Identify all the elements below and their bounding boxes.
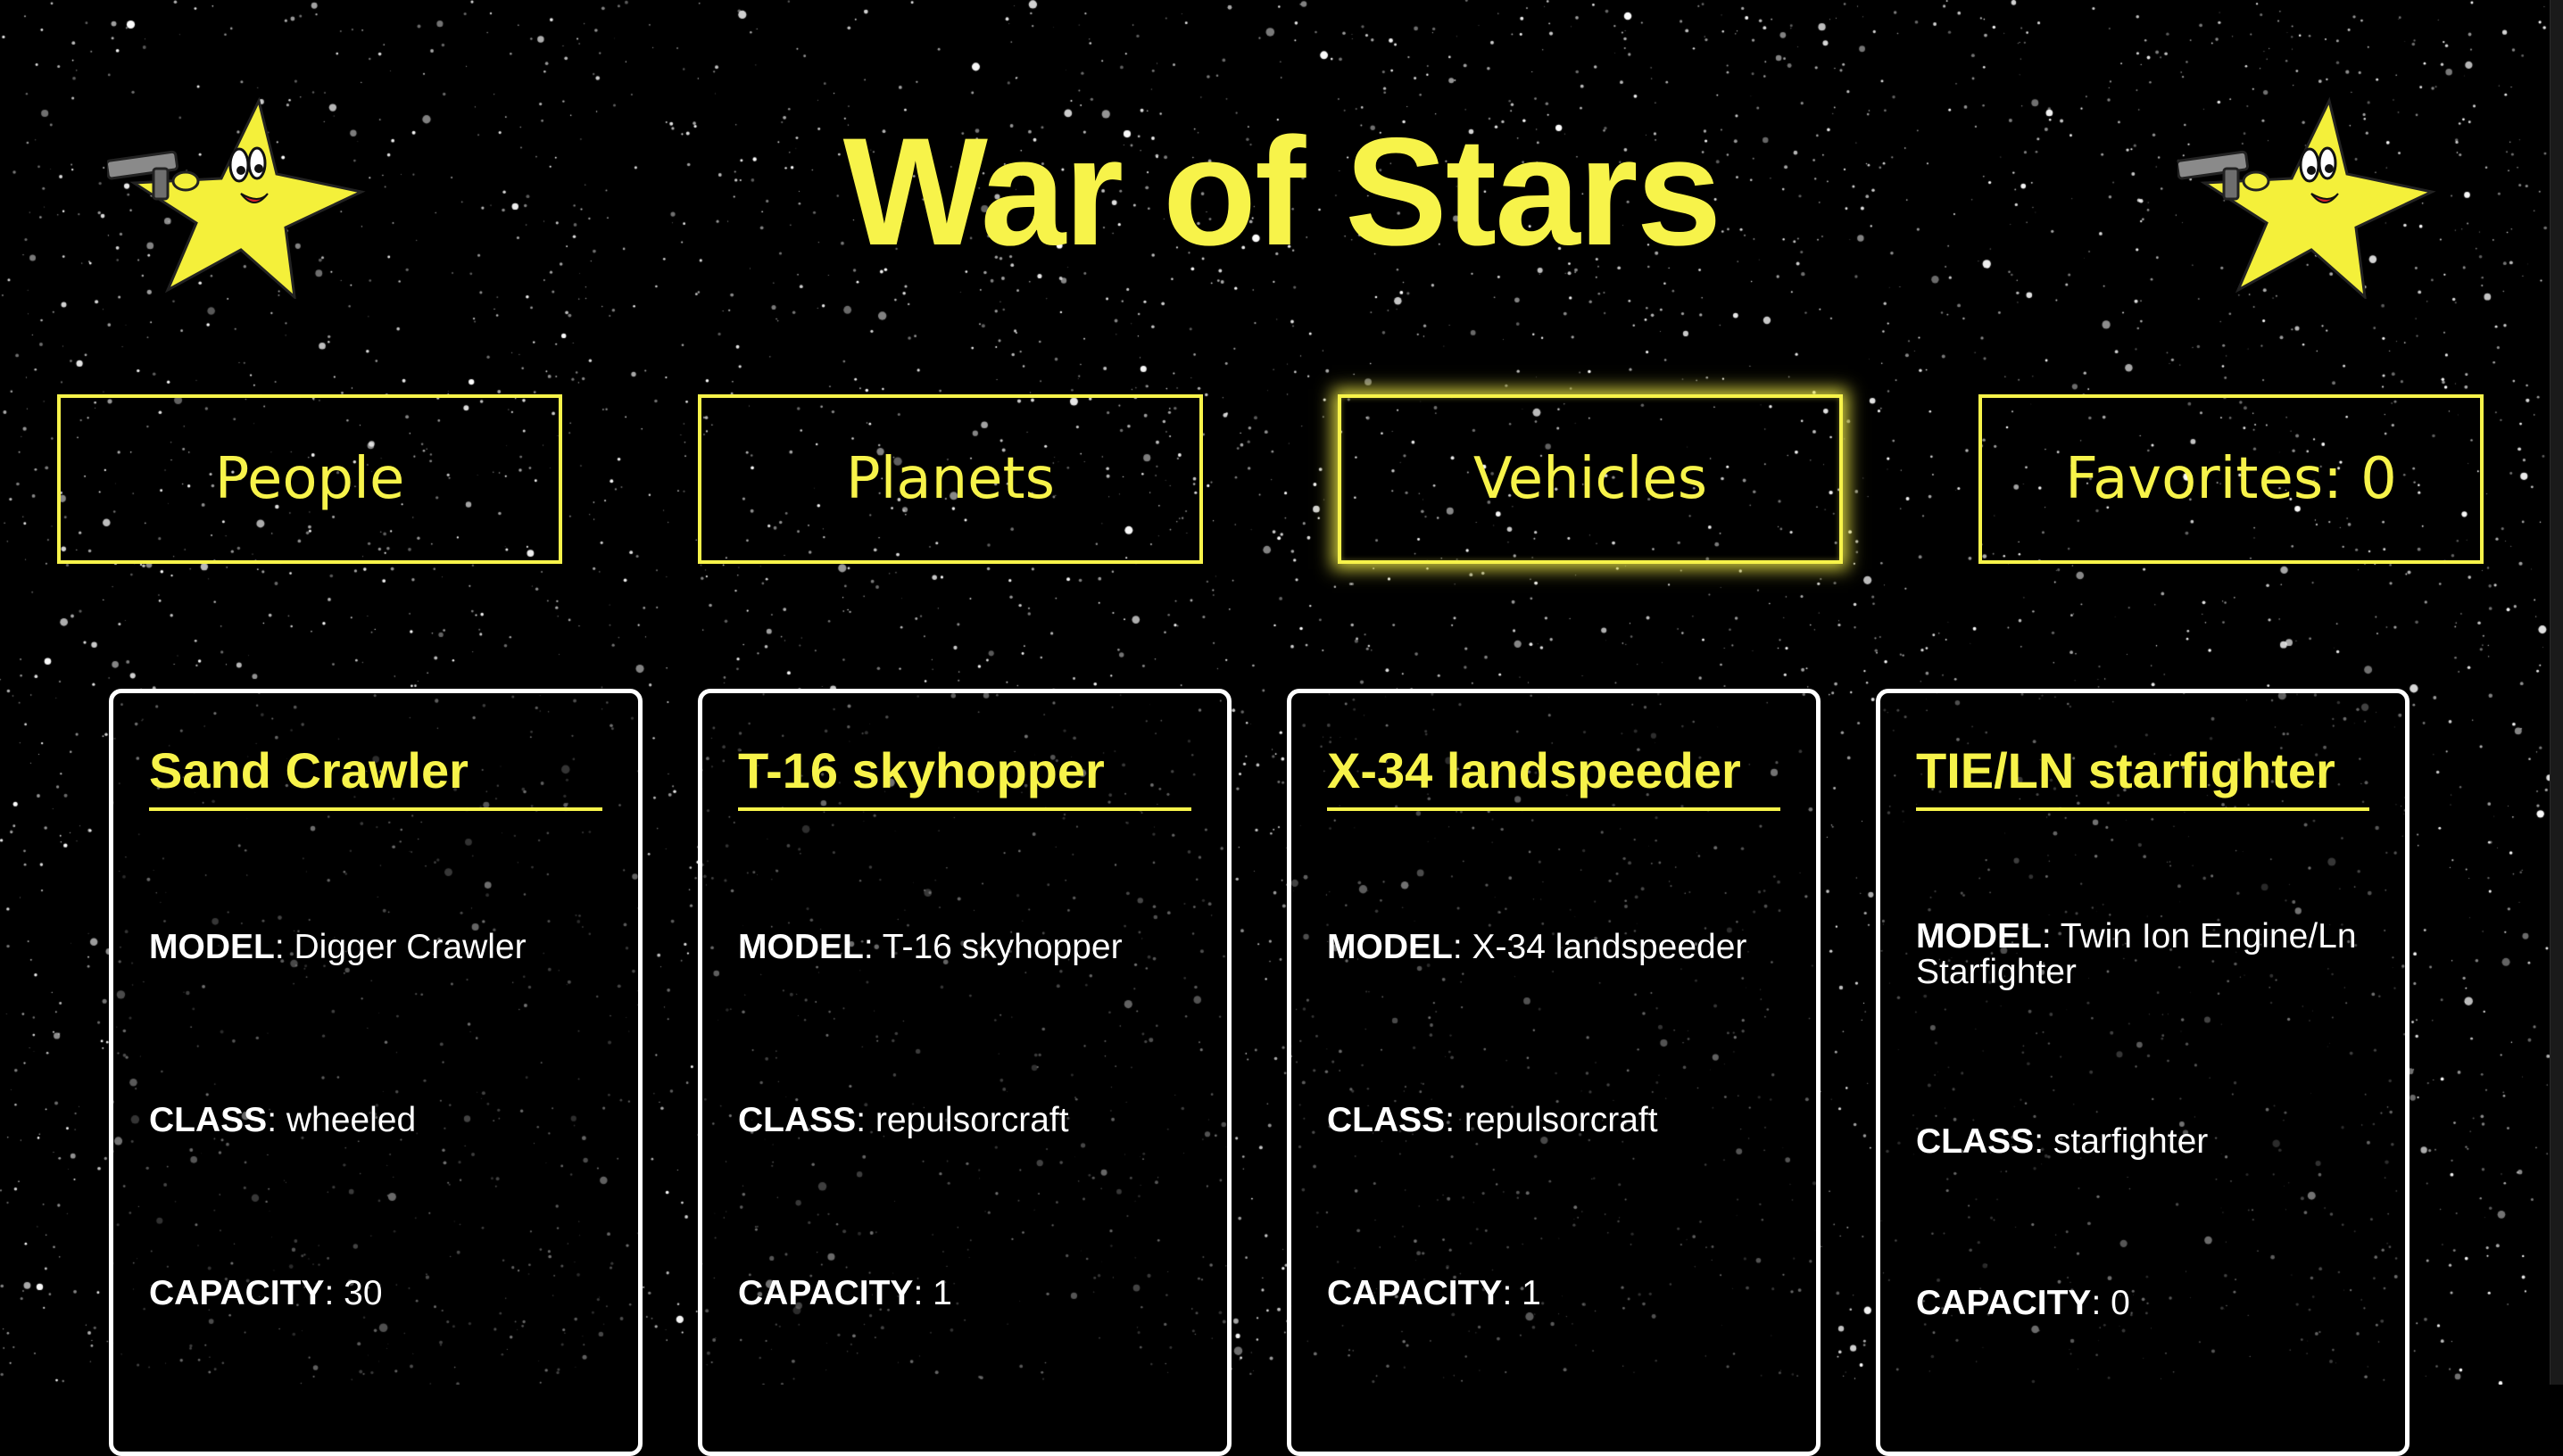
card-field-model: MODEL: X-34 landspeeder	[1327, 930, 1780, 965]
field-key: MODEL	[1327, 928, 1453, 966]
nav-button-vehicles[interactable]: Vehicles	[1338, 394, 1843, 564]
card-title: X-34 landspeeder	[1327, 740, 1780, 811]
field-separator: :	[1445, 1101, 1464, 1139]
card-field-class: CLASS: repulsorcraft	[738, 1103, 1191, 1138]
field-key: CAPACITY	[1916, 1284, 2092, 1322]
vehicle-card-list: Sand Crawler MODEL: Digger Crawler CLASS…	[109, 689, 2411, 1456]
card-title: T-16 skyhopper	[738, 740, 1191, 811]
field-separator: :	[913, 1274, 933, 1312]
field-value: repulsorcraft	[875, 1101, 1069, 1139]
field-value: T-16 skyhopper	[882, 928, 1123, 966]
field-value: repulsorcraft	[1464, 1101, 1658, 1139]
field-key: MODEL	[738, 928, 864, 966]
field-separator: :	[1502, 1274, 1522, 1312]
card-field-capacity: CAPACITY: 1	[738, 1276, 1191, 1311]
vehicle-card[interactable]: T-16 skyhopper MODEL: T-16 skyhopper CLA…	[698, 689, 1232, 1456]
card-title: Sand Crawler	[149, 740, 602, 811]
card-field-capacity: CAPACITY: 0	[1916, 1286, 2369, 1321]
nav-button-planets[interactable]: Planets	[698, 394, 1203, 564]
field-value: 1	[933, 1274, 952, 1312]
field-separator: :	[2041, 917, 2061, 956]
field-key: CAPACITY	[1327, 1274, 1503, 1312]
card-title: TIE/LN starfighter	[1916, 740, 2369, 811]
field-separator: :	[2034, 1122, 2053, 1161]
card-field-model: MODEL: Twin Ion Engine/Ln Starfighter	[1916, 919, 2369, 990]
field-separator: :	[324, 1274, 344, 1312]
field-separator: :	[856, 1101, 875, 1139]
field-value: 1	[1522, 1274, 1541, 1312]
nav-button-favorites[interactable]: Favorites: 0	[1978, 394, 2484, 564]
nav-button-people[interactable]: People	[57, 394, 562, 564]
field-separator: :	[274, 928, 294, 966]
field-key: MODEL	[149, 928, 275, 966]
field-value: Digger Crawler	[294, 928, 527, 966]
card-field-capacity: CAPACITY: 1	[1327, 1276, 1780, 1311]
field-key: CAPACITY	[738, 1274, 914, 1312]
category-nav: People Planets Vehicles Favorites: 0	[57, 394, 2490, 569]
field-value: X-34 landspeeder	[1472, 928, 1747, 966]
card-field-class: CLASS: repulsorcraft	[1327, 1103, 1780, 1138]
field-separator: :	[2091, 1284, 2111, 1322]
field-key: CLASS	[738, 1101, 857, 1139]
field-value: 0	[2111, 1284, 2130, 1322]
card-field-class: CLASS: starfighter	[1916, 1124, 2369, 1160]
field-value: starfighter	[2053, 1122, 2209, 1161]
field-separator: :	[267, 1101, 286, 1139]
page-title: War of Stars	[842, 106, 1722, 277]
card-field-class: CLASS: wheeled	[149, 1103, 602, 1138]
field-key: CLASS	[1327, 1101, 1446, 1139]
field-key: MODEL	[1916, 917, 2042, 956]
field-key: CLASS	[1916, 1122, 2035, 1161]
field-separator: :	[863, 928, 883, 966]
field-separator: :	[1452, 928, 1472, 966]
card-field-capacity: CAPACITY: 30	[149, 1276, 602, 1311]
vehicle-card[interactable]: TIE/LN starfighter MODEL: Twin Ion Engin…	[1876, 689, 2410, 1456]
field-key: CAPACITY	[149, 1274, 325, 1312]
field-value: 30	[344, 1274, 383, 1312]
vehicle-card[interactable]: Sand Crawler MODEL: Digger Crawler CLASS…	[109, 689, 643, 1456]
field-key: CLASS	[149, 1101, 268, 1139]
field-value: wheeled	[286, 1101, 417, 1139]
card-field-model: MODEL: T-16 skyhopper	[738, 930, 1191, 965]
vehicle-card[interactable]: X-34 landspeeder MODEL: X-34 landspeeder…	[1287, 689, 1821, 1456]
card-field-model: MODEL: Digger Crawler	[149, 930, 602, 965]
